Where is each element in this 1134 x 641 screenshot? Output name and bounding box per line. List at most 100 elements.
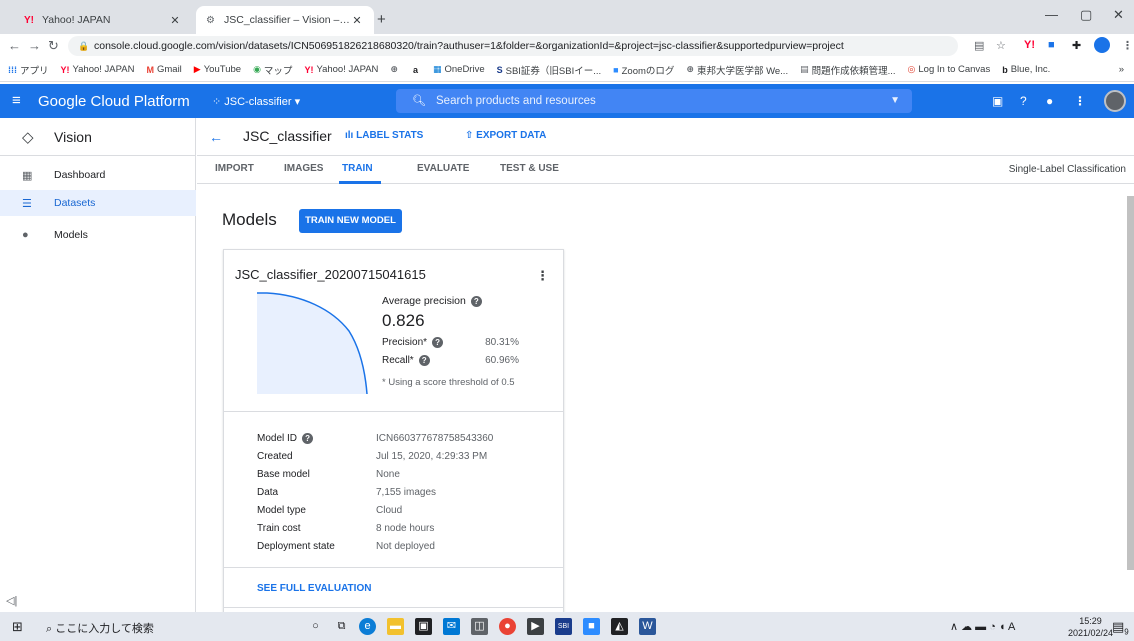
hamburger-icon[interactable]: ≡ [12,92,21,109]
chevron-down-icon[interactable]: ▼ [890,89,900,113]
app-icon[interactable]: ◭ [611,618,628,635]
back-icon[interactable]: ← [8,38,21,53]
yahoo-extension-icon[interactable]: Y! [1024,39,1035,51]
sidebar-item-label: Models [54,229,88,241]
chrome-icon[interactable]: ● [499,618,516,635]
windows-start-icon[interactable]: ⊞ [12,619,23,635]
tab-images[interactable]: IMAGES [284,163,323,174]
bookmark-item[interactable]: ▤ 問題作成依頼管理... [800,63,895,77]
bookmark-label: 東邦大学医学部 We... [696,65,789,77]
more-vert-icon[interactable]: ⋮ [536,268,549,284]
url-text: console.cloud.google.com/vision/datasets… [94,40,844,52]
help-icon[interactable]: ? [418,355,430,366]
sidebar-item-dashboard[interactable]: ▦ Dashboard [0,162,196,188]
cloud-shell-icon[interactable]: ▣ [992,94,1003,108]
label-stats-button[interactable]: ılı LABEL STATS [345,130,423,141]
cortana-icon[interactable]: ○ [307,618,324,635]
maximize-icon[interactable]: ▢ [1080,7,1092,23]
models-heading: Models [222,210,277,229]
translate-icon[interactable]: ▤ [974,39,984,52]
bookmark-item[interactable]: ▶ YouTube [194,64,241,75]
url-field[interactable]: 🔒 console.cloud.google.com/vision/datase… [68,36,958,56]
browser-tab-yahoo[interactable]: Y! Yahoo! JAPAN ✕ [14,6,192,34]
sidebar-item-label: Datasets [54,197,96,209]
new-tab-button[interactable]: + [377,11,386,28]
star-icon[interactable]: ☆ [996,39,1006,52]
bookmark-item[interactable]: Y! Yahoo! JAPAN [304,64,378,75]
gmail-icon: M [146,64,154,75]
close-icon[interactable]: ✕ [168,14,182,27]
yahoo-icon: Y! [304,64,314,75]
help-icon[interactable]: ? [432,337,444,348]
bookmark-item[interactable]: ◉ マップ [253,63,292,77]
sbi-icon[interactable]: SBI [555,618,572,635]
scrollbar[interactable] [1127,196,1134,570]
sidebar-item-datasets[interactable]: ☰ Datasets [0,190,196,216]
tab-train[interactable]: TRAIN [342,163,373,174]
bookmarks-more-icon[interactable]: » [1119,64,1134,75]
bookmark-item[interactable]: Y! Yahoo! JAPAN [61,64,135,75]
bookmark-item[interactable]: ⊕ [390,64,401,75]
collapse-nav-icon[interactable]: ◁| [6,594,17,607]
mail-icon[interactable]: ✉ [443,618,460,635]
bookmark-item[interactable]: ⊕ 東邦大学医学部 We... [686,63,788,77]
close-window-icon[interactable]: ✕ [1113,7,1124,23]
puzzle-icon[interactable]: ✚ [1072,39,1081,52]
task-view-icon[interactable]: ⧉ [333,618,350,635]
bookmark-item[interactable]: ⁞⁞⁞ アプリ [8,63,49,77]
divider [224,607,563,608]
divider [224,567,563,568]
bulb-icon: ● [22,229,29,241]
extension-icon[interactable]: ■ [1048,39,1055,51]
close-icon[interactable]: ✕ [350,14,364,27]
browser-tab-strip: Y! Yahoo! JAPAN ✕ ⚙ JSC_classifier – Vis… [0,0,1134,34]
file-explorer-icon[interactable]: ▬ [387,618,404,635]
bookmark-item[interactable]: M Gmail [146,64,181,75]
bookmark-item[interactable]: ◎ Log In to Canvas [908,64,991,75]
avatar[interactable] [1104,90,1126,112]
word-icon[interactable]: W [639,618,656,635]
app-icon[interactable]: ◫ [471,618,488,635]
forward-icon[interactable]: → [28,38,41,53]
bell-icon[interactable]: ● [1046,94,1053,108]
back-arrow-icon[interactable]: ← [209,129,223,145]
bookmark-item[interactable]: S SBI証券（旧SBIイー... [497,63,602,77]
help-icon[interactable]: ? [302,433,314,444]
minimize-icon[interactable]: — [1045,7,1058,22]
clock[interactable]: 15:29 2021/02/24 [1068,615,1113,639]
more-vert-icon[interactable]: ⋮ [1074,94,1086,108]
system-tray[interactable]: ∧ ☁ ▬ ◔ ◖ A [950,620,1015,633]
sidebar-item-models[interactable]: ● Models [0,222,196,248]
lock-icon: 🔒 [78,41,90,51]
search-input[interactable]: 🔍︎ Search products and resources ▼ [396,89,912,113]
media-icon[interactable]: ▶ [527,618,544,635]
help-icon[interactable]: ? [1020,94,1027,108]
bookmark-label: Zoomのログ [621,65,675,77]
taskbar-search-input[interactable]: ⌕ ここに入力して検索 [46,620,154,636]
browser-tab-vision[interactable]: ⚙ JSC_classifier – Vision – JSC-class ✕ [196,6,374,34]
see-full-evaluation-link[interactable]: SEE FULL EVALUATION [257,583,371,594]
bookmark-item[interactable]: ▦ OneDrive [433,64,485,75]
reload-icon[interactable]: ↻ [48,38,59,54]
edge-icon[interactable]: e [359,618,376,635]
tab-evaluate[interactable]: EVALUATE [417,163,469,174]
bookmark-item[interactable]: ■ Zoomのログ [613,63,674,77]
help-icon[interactable]: ? [470,295,482,307]
store-icon[interactable]: ▣ [415,618,432,635]
menu-dots-icon[interactable]: ⋮ [1122,39,1133,52]
bookmark-label: Yahoo! JAPAN [316,64,379,75]
gcp-title[interactable]: Google Cloud Platform [38,93,190,110]
profile-icon[interactable] [1094,37,1110,53]
tab-test-use[interactable]: TEST & USE [500,163,559,174]
bookmark-item[interactable]: b Blue, Inc. [1002,64,1050,75]
project-selector[interactable]: ⁘ JSC-classifier ▾ [212,95,300,108]
bookmark-item[interactable]: a [413,65,421,75]
train-new-model-button[interactable]: TRAIN NEW MODEL [299,209,402,233]
canvas-icon: ◎ [907,64,916,74]
bookmark-label: Log In to Canvas [918,64,991,75]
export-data-button[interactable]: ⇧ EXPORT DATA [465,130,546,141]
model-card: JSC_classifier_20200715041615 ⋮ Average … [223,249,564,615]
tab-import[interactable]: IMPORT [215,163,254,174]
notifications-icon[interactable]: ▤9 [1112,619,1129,637]
zoom-icon[interactable]: ■ [583,618,600,635]
